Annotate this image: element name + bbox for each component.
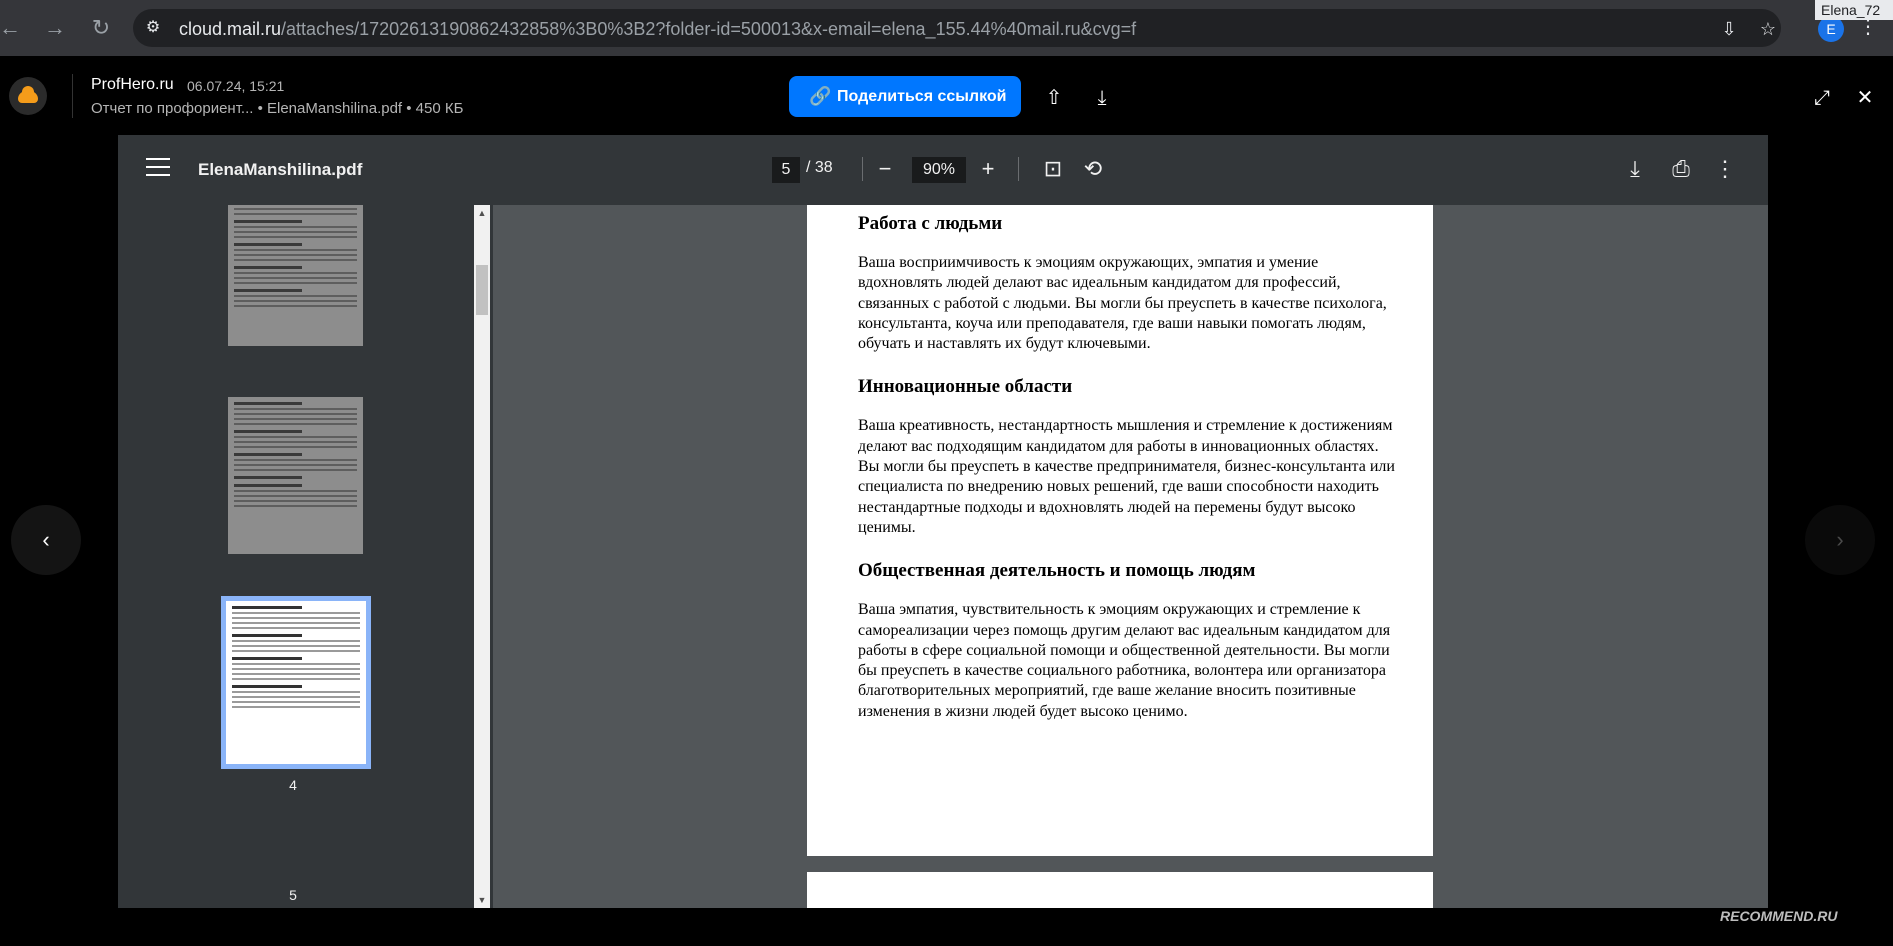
more-options-icon[interactable]: ⋮: [1711, 155, 1739, 183]
zoom-input[interactable]: 90%: [912, 157, 966, 183]
toolbar-separator: [1018, 157, 1019, 181]
menu-icon[interactable]: [146, 158, 170, 178]
thumbnail-scrollbar[interactable]: ▲ ▼: [474, 205, 490, 908]
thumbnail-sidebar: 3 4 5 ▲ ▼: [118, 205, 493, 908]
section-text: Ваша креативность, нестандартность мышле…: [858, 417, 1395, 536]
site-settings-icon[interactable]: ⚙: [143, 18, 163, 38]
file-sender: ProfHero.ru: [91, 76, 174, 93]
watermark: RECOMMEND.RU: [1720, 908, 1838, 924]
thumbnail-page-4[interactable]: [228, 397, 363, 554]
section-text: Ваша эмпатия, чувствительность к эмоциям…: [858, 601, 1391, 720]
scroll-up-arrow-icon[interactable]: ▲: [474, 205, 490, 221]
browser-toolbar: ← → ↻ ⚙ cloud.mail.ru/attaches/172026131…: [0, 0, 1893, 56]
page-number-input[interactable]: 5: [772, 157, 800, 183]
close-icon[interactable]: ✕: [1853, 86, 1877, 110]
url-text[interactable]: cloud.mail.ru/attaches/17202613190862432…: [179, 19, 1136, 40]
section-heading: Общественная деятельность и помощь людям: [858, 560, 1256, 582]
fullscreen-icon[interactable]: ⤢: [1810, 86, 1834, 110]
thumbnail-label: 5: [289, 887, 297, 903]
pdf-file-name: ElenaManshilina.pdf: [198, 160, 363, 179]
browser-menu-icon[interactable]: ⋮: [1858, 14, 1878, 39]
address-bar[interactable]: ⚙ cloud.mail.ru/attaches/172026131908624…: [133, 9, 1781, 47]
zoom-out-icon[interactable]: −: [871, 155, 899, 183]
page-total: / 38: [806, 159, 833, 176]
previous-file-button[interactable]: ‹: [11, 505, 81, 575]
thumbnail-page-3[interactable]: [228, 205, 363, 346]
pdf-viewer: ElenaManshilina.pdf 5 / 38 − 90% + ⊡ ⟲ ⤓…: [118, 135, 1768, 908]
link-icon: 🔗: [809, 86, 832, 106]
rotate-icon[interactable]: ⟲: [1079, 155, 1107, 183]
section-text: Ваша восприимчивость к эмоциям окружающи…: [858, 254, 1387, 353]
forward-icon[interactable]: →: [41, 14, 69, 42]
file-date: 06.07.24, 15:21: [187, 78, 285, 94]
document-area: Работа с людьми Ваша восприимчивость к э…: [493, 205, 1768, 908]
share-link-button[interactable]: 🔗 Поделиться ссылкой: [789, 76, 1021, 117]
pdf-toolbar: ElenaManshilina.pdf 5 / 38 − 90% + ⊡ ⟲ ⤓…: [118, 135, 1768, 205]
download-icon[interactable]: ⤓: [1090, 86, 1114, 110]
thumbnail-label: 4: [289, 777, 297, 793]
next-file-button[interactable]: ›: [1805, 505, 1875, 575]
fit-page-icon[interactable]: ⊡: [1039, 155, 1067, 183]
pdf-page: Работа с людьми Ваша восприимчивость к э…: [807, 205, 1433, 856]
upload-to-cloud-icon[interactable]: ⇧: [1042, 86, 1066, 110]
section-heading: Инновационные области: [858, 376, 1073, 398]
toolbar-separator: [862, 157, 863, 181]
bookmark-star-icon[interactable]: ☆: [1757, 18, 1779, 40]
profile-name-tooltip: Elena_72: [1815, 0, 1893, 20]
install-app-icon[interactable]: ⇩: [1718, 18, 1740, 40]
share-link-label: Поделиться ссылкой: [837, 88, 1007, 105]
file-description: Отчет по профориент... • ElenaManshilina…: [91, 100, 464, 117]
header-divider: [72, 74, 73, 118]
thumbnail-page-5[interactable]: [221, 596, 371, 769]
pdf-download-icon[interactable]: ⤓: [1621, 155, 1649, 183]
back-icon[interactable]: ←: [0, 14, 24, 42]
scrollbar-thumb[interactable]: [476, 265, 488, 315]
zoom-in-icon[interactable]: +: [974, 155, 1002, 183]
scroll-down-arrow-icon[interactable]: ▼: [474, 892, 490, 908]
reload-icon[interactable]: ↻: [87, 14, 115, 42]
pdf-next-page: [807, 872, 1433, 908]
cloud-logo-icon[interactable]: [9, 77, 47, 115]
section-heading: Работа с людьми: [858, 213, 1003, 234]
cloud-header: ProfHero.ru 06.07.24, 15:21 Отчет по про…: [0, 56, 1893, 134]
print-icon[interactable]: ⎙: [1667, 155, 1695, 183]
